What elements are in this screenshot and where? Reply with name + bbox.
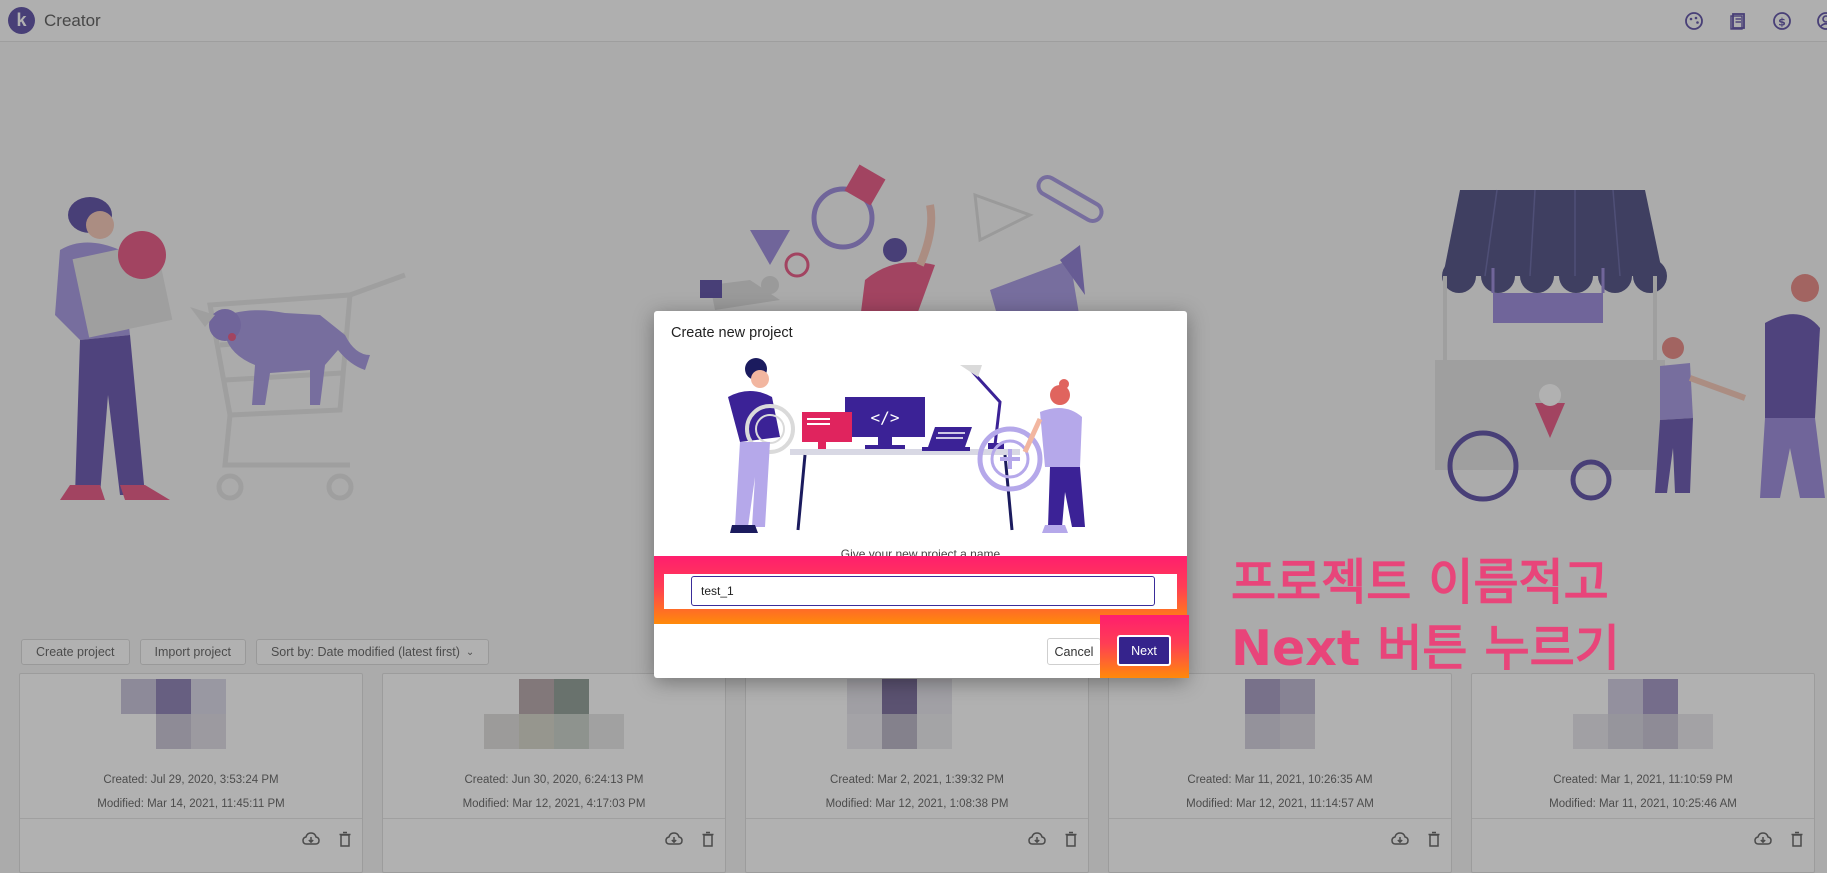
svg-text:</>: </>: [871, 408, 900, 427]
annotation-line-1: 프로젝트 이름적고: [1231, 554, 1609, 611]
input-highlight-box: [654, 556, 1187, 624]
cancel-button[interactable]: Cancel: [1047, 638, 1101, 665]
developer-illustration: </>: [728, 358, 1085, 533]
tutorial-annotation: 프로젝트 이름적고 Next 버튼 누르기: [1231, 550, 1620, 682]
project-name-input[interactable]: [691, 576, 1155, 606]
annotation-line-2: Next 버튼 누르기: [1231, 620, 1620, 677]
next-button[interactable]: Next: [1117, 635, 1171, 666]
dialog-title: Create new project: [671, 325, 793, 341]
next-highlight-box: Next: [1100, 615, 1189, 678]
